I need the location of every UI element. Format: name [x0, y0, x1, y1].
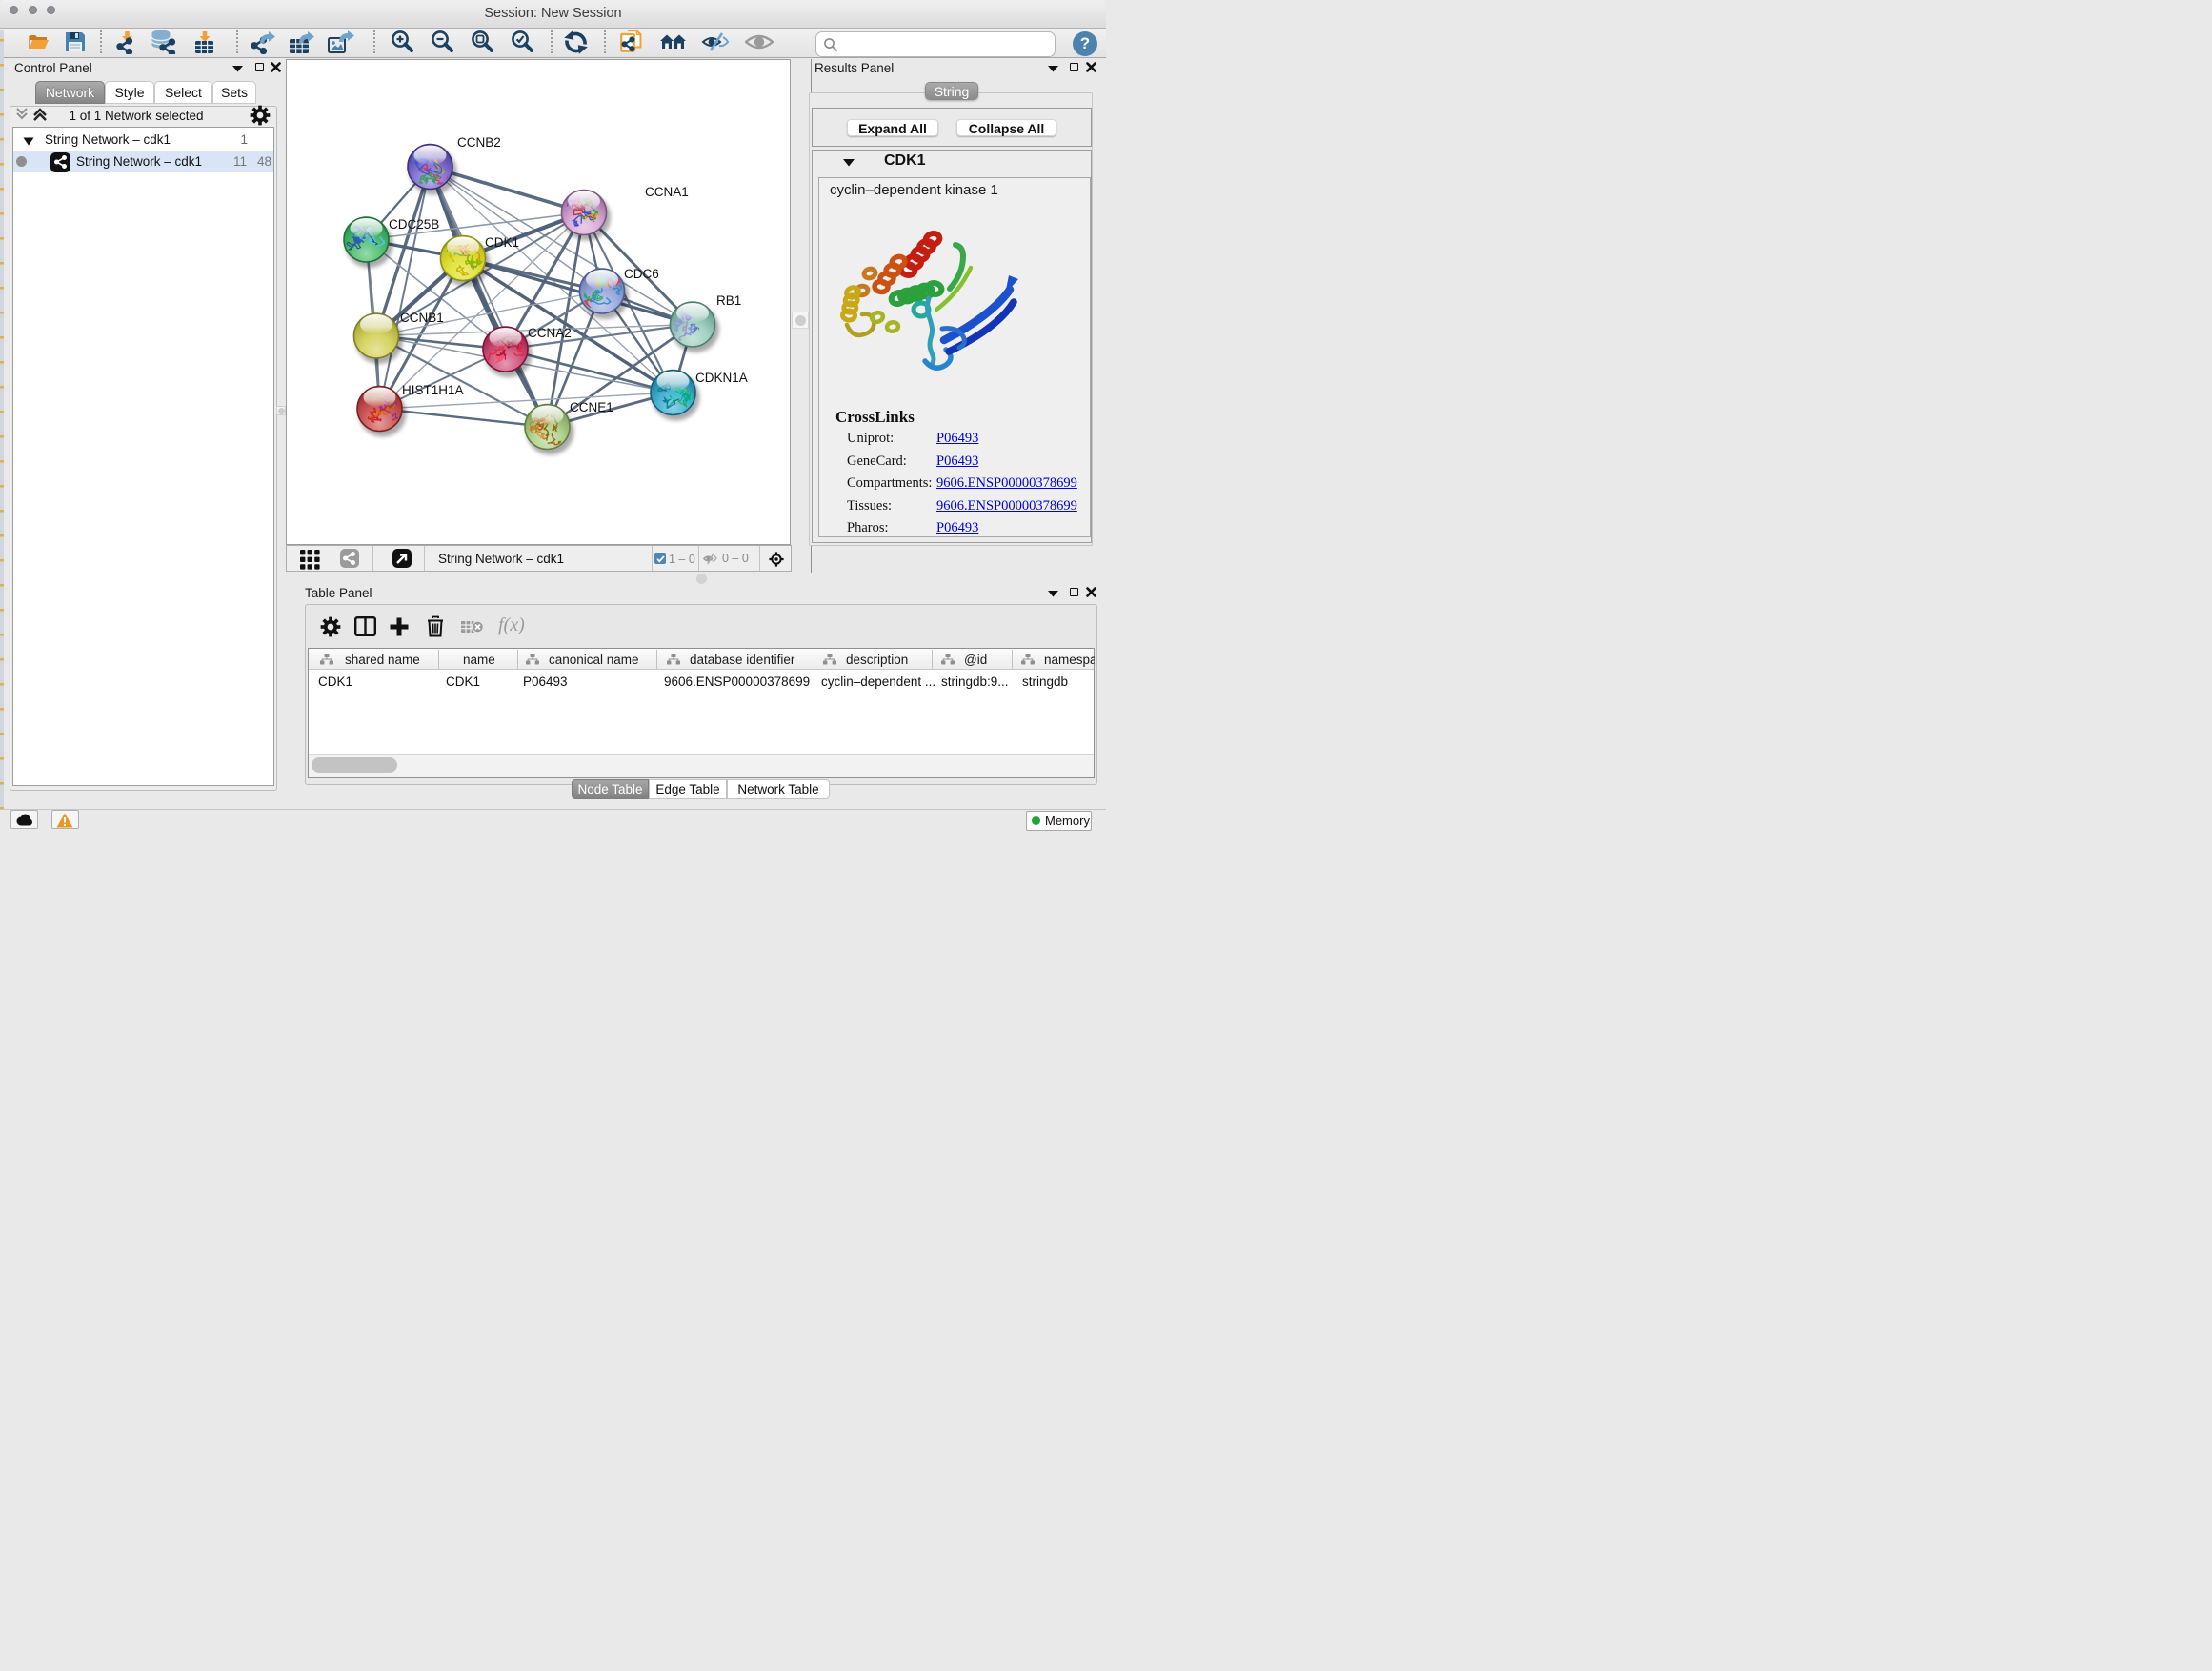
svg-text:CDC6: CDC6	[624, 267, 659, 281]
svg-text:CDKN1A: CDKN1A	[695, 371, 748, 385]
svg-text:CDK1: CDK1	[485, 235, 519, 250]
svg-text:CCNA1: CCNA1	[645, 185, 689, 199]
svg-text:CCNB1: CCNB1	[400, 311, 444, 325]
svg-text:HIST1H1A: HIST1H1A	[402, 383, 464, 397]
svg-text:CCNB2: CCNB2	[457, 135, 501, 150]
svg-text:CCNA2: CCNA2	[528, 326, 572, 340]
svg-text:CDC25B: CDC25B	[389, 217, 439, 232]
svg-text:RB1: RB1	[716, 293, 741, 308]
svg-text:CCNE1: CCNE1	[570, 400, 613, 414]
